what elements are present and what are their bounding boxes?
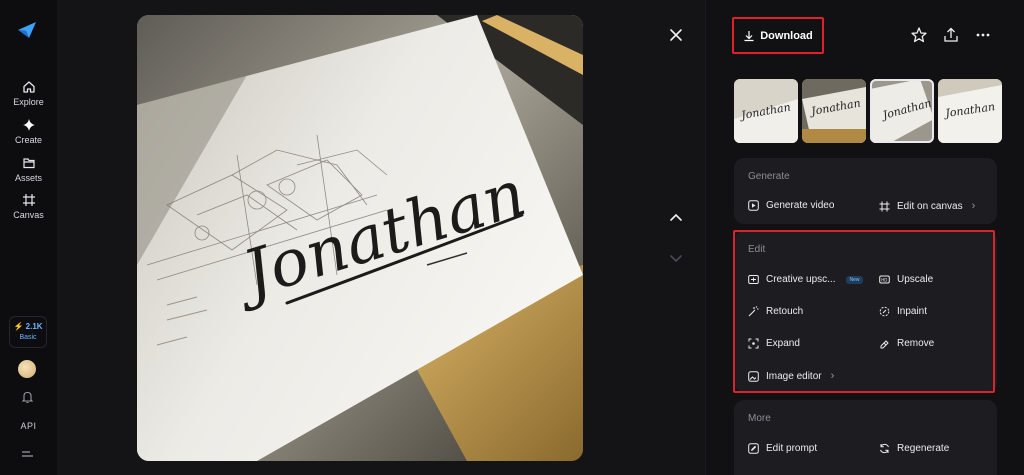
new-badge: New (846, 275, 863, 284)
edit-on-canvas-button[interactable]: Edit on canvas › (879, 200, 975, 212)
image-editor-button[interactable]: Image editor › (748, 370, 834, 382)
edit-section: Edit Creative upsc... New HD Upscale Ret… (734, 231, 997, 392)
chevron-down-icon[interactable] (666, 248, 686, 268)
remove-button[interactable]: Remove (879, 338, 934, 349)
inpaint-icon (879, 306, 890, 317)
variation-thumbnails: Jonathan Jonathan Jonathan Jonathan (734, 79, 1002, 143)
bell-icon[interactable] (21, 390, 34, 404)
action-label: Regenerate (897, 443, 950, 454)
upscale-creative-icon (748, 275, 759, 284)
section-title: Edit (748, 244, 766, 255)
eraser-icon (880, 340, 889, 349)
image-edit-icon (748, 370, 759, 382)
download-label: Download (760, 29, 813, 42)
rail-item-canvas[interactable]: Canvas (0, 193, 57, 220)
credits-badge[interactable]: ⚡ 2.1K Basic (9, 316, 47, 348)
download-icon (744, 30, 754, 41)
wand-icon (748, 306, 759, 317)
rail-item-label: Assets (14, 173, 42, 183)
rail-item-label: Explore (13, 97, 44, 107)
expand-button[interactable]: Expand (748, 338, 800, 349)
more-section: More Edit prompt Regenerate (734, 400, 997, 475)
pencil-box-icon (748, 443, 759, 454)
regenerate-button[interactable]: Regenerate (879, 443, 949, 454)
chevron-up-icon[interactable] (666, 207, 686, 227)
star-icon[interactable] (910, 26, 928, 44)
action-label: Creative upsc... (766, 274, 836, 285)
app-logo-icon[interactable] (16, 20, 38, 40)
thumbnail[interactable]: Jonathan (938, 79, 1002, 143)
plan-label: Basic (19, 334, 37, 341)
refresh-icon (880, 443, 889, 454)
action-label: Generate video (766, 200, 835, 211)
thumbnail-selected[interactable]: Jonathan (870, 79, 934, 143)
signature-artwork: Jonathan (137, 15, 583, 461)
canvas-icon (22, 194, 35, 206)
credits-value: 2.1K (25, 322, 43, 331)
thumbnail[interactable]: Jonathan (734, 79, 798, 143)
action-label: Remove (897, 338, 935, 349)
section-title: More (748, 413, 771, 424)
rail-item-label: Canvas (13, 210, 44, 220)
chevron-right-icon: › (971, 200, 976, 212)
sparkle-icon (22, 119, 35, 131)
play-icon (748, 200, 759, 211)
details-panel: Download Jonathan Jonathan Jonathan Jona… (705, 0, 1024, 475)
upscale-button[interactable]: HD Upscale (879, 274, 933, 285)
close-icon[interactable] (666, 25, 686, 45)
left-rail: Explore Create Assets Canvas ⚡ 2.1K Basi… (0, 0, 57, 475)
creative-upscale-button[interactable]: Creative upsc... New (748, 274, 863, 285)
expand-icon (748, 338, 759, 349)
action-label: Image editor (766, 370, 822, 382)
section-title: Generate (748, 171, 790, 182)
generate-video-button[interactable]: Generate video (748, 200, 834, 211)
svg-text:HD: HD (881, 277, 887, 282)
canvas-icon (879, 201, 890, 211)
bolt-icon: ⚡ (13, 322, 24, 331)
more-options-icon[interactable] (974, 26, 992, 44)
home-icon (22, 81, 35, 93)
action-label: Retouch (766, 306, 804, 317)
folder-icon (22, 158, 35, 169)
rail-item-assets[interactable]: Assets (0, 156, 57, 183)
action-label: Inpaint (897, 306, 928, 317)
action-label: Edit prompt (766, 443, 818, 454)
edit-prompt-button[interactable]: Edit prompt (748, 443, 817, 454)
generate-section: Generate Generate video Edit on canvas › (734, 158, 997, 224)
rail-item-explore[interactable]: Explore (0, 80, 57, 107)
menu-icon[interactable] (21, 450, 34, 460)
chevron-right-icon: › (830, 370, 835, 382)
share-icon[interactable] (942, 26, 960, 44)
retouch-button[interactable]: Retouch (748, 306, 803, 317)
thumbnail[interactable]: Jonathan (802, 79, 866, 143)
generated-image[interactable]: Jonathan (137, 15, 583, 461)
hd-icon: HD (879, 275, 890, 284)
image-stage: Jonathan (57, 0, 705, 475)
action-label: Expand (766, 338, 800, 349)
avatar[interactable] (18, 360, 36, 378)
api-link[interactable]: API (0, 421, 57, 431)
download-button[interactable]: Download (732, 17, 824, 54)
inpaint-button[interactable]: Inpaint (879, 306, 927, 317)
action-label: Edit on canvas (897, 200, 963, 212)
credits-amount: ⚡ 2.1K (10, 322, 46, 331)
action-label: Upscale (897, 274, 934, 285)
rail-item-create[interactable]: Create (0, 118, 57, 145)
rail-item-label: Create (14, 135, 42, 145)
